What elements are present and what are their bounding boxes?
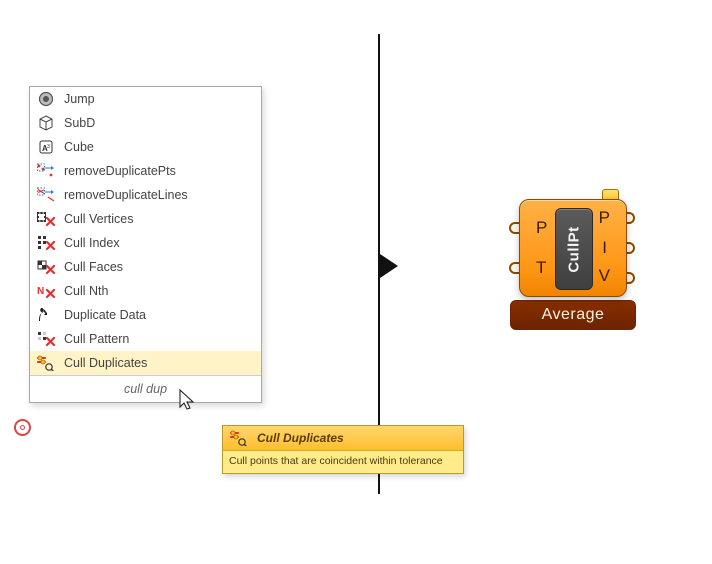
cull-faces-icon: [36, 258, 56, 276]
remove-lines-icon: [36, 186, 56, 204]
input-label-T: T: [536, 258, 546, 278]
tooltip-title: Cull Duplicates: [257, 431, 344, 445]
menu-item-label: removeDuplicatePts: [64, 164, 255, 178]
cull-vertices-icon: [36, 210, 56, 228]
menu-item-cull-faces[interactable]: Cull Faces: [30, 255, 261, 279]
menu-item-jump[interactable]: Jump: [30, 87, 261, 111]
menu-item-subd[interactable]: SubD: [30, 111, 261, 135]
menu-item-label: Cull Faces: [64, 260, 255, 274]
search-box: [30, 375, 261, 402]
cube-icon: A 3: [36, 138, 56, 156]
cull-pattern-icon: [36, 330, 56, 348]
output-label-I: I: [602, 238, 607, 258]
duplicate-data-icon: [36, 306, 56, 324]
cull-nth-icon: N: [36, 282, 56, 300]
record-marker-icon: [14, 419, 31, 436]
menu-item-label: Cube: [64, 140, 255, 154]
component-caption-text: Average: [542, 306, 605, 324]
jump-icon: [36, 90, 56, 108]
menu-item-cull-duplicates[interactable]: Cull Duplicates: [30, 351, 261, 375]
menu-item-cull-nth[interactable]: N Cull Nth: [30, 279, 261, 303]
input-label-P: P: [536, 218, 547, 238]
component-search-menu: Jump SubD A 3 Cube: [29, 86, 262, 403]
menu-item-label: Cull Index: [64, 236, 255, 250]
subd-icon: [36, 114, 56, 132]
svg-text:3: 3: [47, 144, 50, 150]
menu-item-label: Cull Nth: [64, 284, 255, 298]
divider-arrow-icon: [380, 254, 398, 278]
menu-item-label: Cull Duplicates: [64, 356, 255, 370]
tooltip-body: Cull points that are coincident within t…: [223, 451, 463, 473]
menu-item-cull-index[interactable]: Cull Index: [30, 231, 261, 255]
menu-item-label: Jump: [64, 92, 255, 106]
component-center: CullPt: [555, 208, 593, 290]
menu-item-remove-duplicate-pts[interactable]: removeDuplicatePts: [30, 159, 261, 183]
cull-duplicates-icon: [36, 354, 56, 372]
component-caption: Average: [510, 300, 636, 330]
component-name: CullPt: [566, 226, 583, 272]
svg-text:N: N: [37, 286, 44, 297]
menu-item-cull-vertices[interactable]: Cull Vertices: [30, 207, 261, 231]
cull-index-icon: [36, 234, 56, 252]
component-cullpt[interactable]: P T P I V CullPt: [519, 199, 627, 297]
remove-pts-icon: [36, 162, 56, 180]
menu-item-duplicate-data[interactable]: Duplicate Data: [30, 303, 261, 327]
tooltip-header: Cull Duplicates: [223, 426, 463, 451]
menu-item-label: SubD: [64, 116, 255, 130]
output-label-P: P: [599, 208, 610, 228]
menu-item-label: Cull Vertices: [64, 212, 255, 226]
cull-duplicates-icon: [229, 429, 249, 447]
menu-item-label: Cull Pattern: [64, 332, 255, 346]
menu-item-label: removeDuplicateLines: [64, 188, 255, 202]
menu-item-cull-pattern[interactable]: Cull Pattern: [30, 327, 261, 351]
search-input[interactable]: [34, 379, 257, 399]
menu-item-cube[interactable]: A 3 Cube: [30, 135, 261, 159]
output-label-V: V: [599, 266, 610, 286]
menu-item-label: Duplicate Data: [64, 308, 255, 322]
menu-item-remove-duplicate-lines[interactable]: removeDuplicateLines: [30, 183, 261, 207]
tooltip: Cull Duplicates Cull points that are coi…: [222, 425, 464, 474]
